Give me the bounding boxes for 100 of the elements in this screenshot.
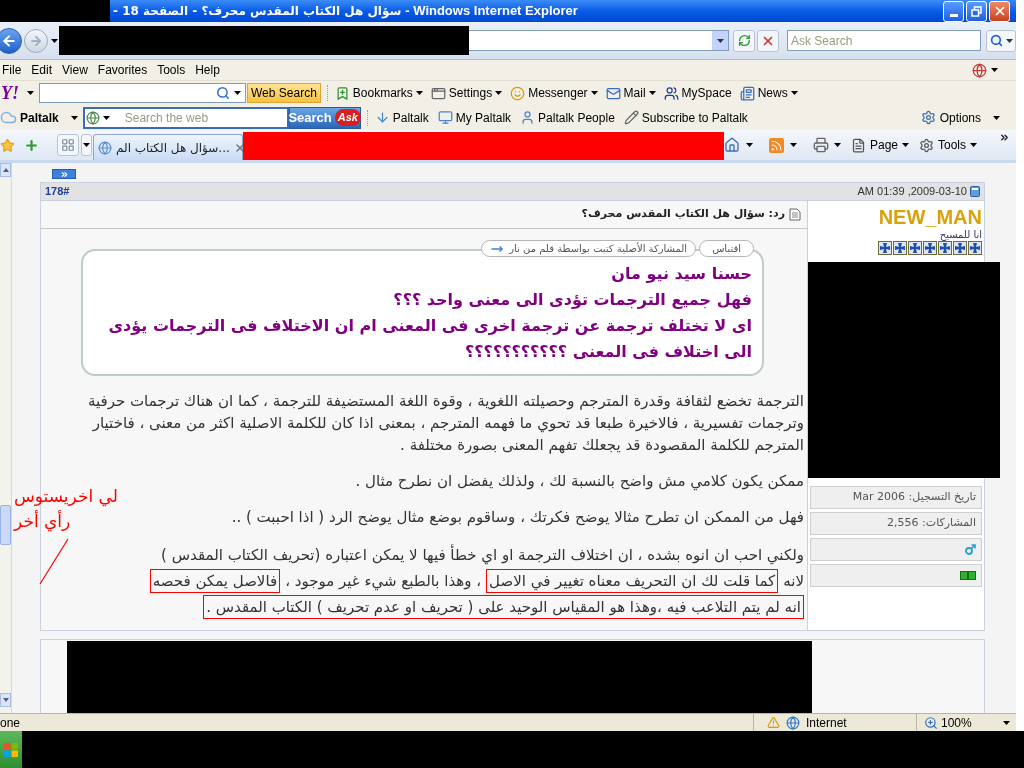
warning-icon [767,716,780,729]
caret-icon [83,143,90,147]
chevrons-icon[interactable] [999,132,1010,143]
web-search-field[interactable] [39,83,246,103]
toolbar-link[interactable]: Paltalk People [520,108,615,127]
minimize-button[interactable] [943,0,964,22]
web-search-button[interactable]: Web Search [247,83,321,103]
command-button[interactable]: Tools [919,136,977,154]
cross-badge-icon [938,241,952,255]
restore-button[interactable] [966,0,987,22]
menu-item[interactable]: Help [190,60,225,80]
start-button[interactable] [0,731,22,768]
caret-icon [70,115,78,120]
favorites-star-icon[interactable] [0,137,15,153]
address-field[interactable] [469,30,729,51]
paltalk-menu-button[interactable]: Paltalk [0,108,78,127]
search-icon [216,86,230,100]
annotation-text: لي اخريستوس رأي أخر [14,485,119,534]
attribution-text: المشاركة الأصلية كتبت بواسطة قلم من نار [509,241,688,256]
address-dropdown-button[interactable] [712,31,728,50]
caret-icon [415,91,423,95]
menu-item[interactable]: File [0,60,27,80]
close-tab-icon[interactable] [233,141,246,154]
scroll-up-button[interactable] [0,163,11,177]
logo-dropdown-button[interactable] [27,91,35,95]
toolbar-button[interactable]: Messenger [510,83,598,103]
scroll-down-button[interactable] [0,693,11,707]
toolbar-link[interactable]: Subscribe to Paltalk [623,108,748,127]
web-search-field[interactable]: Search the web [82,106,289,129]
scroll-thumb[interactable] [0,505,11,545]
quote-text: فهل جميع الترجمات تؤدى الى معنى واحد ؟؟؟ [392,289,752,311]
globe-icon [972,62,987,78]
collapse-button[interactable] [52,169,76,179]
profile-detail: تاريخ التسجيل: Mar 2006 [852,489,976,506]
envelope-icon [605,85,621,101]
tab-list-button[interactable] [81,134,92,156]
ask-search-button[interactable]: Search Ask [288,106,361,129]
post-text: ، وهذا بالطبع شيء غير موجود ، [285,571,482,592]
search-button[interactable] [986,29,1016,52]
search-icon [989,34,1003,47]
toolbar-button[interactable]: Settings [430,83,503,103]
post-title: رد: سؤال هل الكتاب المقدس محرف؟ [581,206,785,223]
globe-icon [85,110,100,125]
caret-icon [745,143,753,147]
browser-tab[interactable]: سؤال هل الكتاب الم... [93,134,243,160]
options-button[interactable]: Options [920,108,1000,127]
caret-icon [51,38,58,43]
scrollbar[interactable] [0,163,12,713]
caret-icon [102,115,110,120]
boxed-text: كما قلت لك ان التحريف معناه تغيير في الاصل [486,569,779,593]
feeds-button[interactable] [768,137,797,153]
zoom-button[interactable]: 100% [924,713,1016,732]
cross-badge-icon [878,241,892,255]
quote-text: اى لا تختلف ترجمة عن ترجمة اخرى فى المعنى ام ان الاختلاف فى الترجمات يؤدى الى اختلاف فى المعنى ؟؟؟؟؟؟؟؟؟؟؟ [107,315,752,363]
toolbar-button[interactable]: MySpace [663,83,732,103]
toolbar-button[interactable]: News [739,83,798,103]
toolbar-link[interactable]: Paltalk [374,108,429,127]
close-button[interactable] [989,0,1010,22]
quote-text: حسنا سيد نيو مان [610,263,752,285]
yahoo-logo[interactable]: Y! [0,83,19,103]
menu-item[interactable]: Edit [26,60,58,80]
stop-button[interactable] [757,29,779,52]
page-icon [850,137,866,153]
caret-icon [648,91,656,95]
window-icon [430,85,446,101]
home-button[interactable] [723,137,753,153]
post-number[interactable]: 178# [45,183,70,200]
smiley-icon [510,85,526,101]
male-symbol-icon [965,544,976,555]
caret-icon [991,68,998,72]
caret-icon [716,38,724,43]
globe-icon [786,715,800,730]
leader-line [38,538,70,586]
bookmark-plus-icon [334,85,350,101]
post-date: 2009-03-10, 01:39 AM [857,184,967,200]
search-field[interactable]: Ask Search [787,30,981,51]
globe-dropdown-button[interactable] [972,62,998,78]
gear-icon [919,137,934,153]
command-button[interactable]: Page [850,136,909,154]
monitor-icon [437,110,453,125]
menu-item[interactable]: Favorites [92,60,153,80]
menu-item[interactable]: Tools [152,60,191,80]
toolbar-button[interactable]: Mail [605,83,656,103]
chevrons-icon [59,169,69,179]
person-icon [520,110,536,125]
refresh-button[interactable] [733,29,755,52]
newspaper-icon [739,85,755,101]
toolbar-link[interactable]: My Paltalk [437,108,512,127]
toolbar-button[interactable]: Bookmarks [334,83,423,103]
plus-icon[interactable] [24,137,39,153]
print-button[interactable] [812,137,841,153]
minimize-icon [949,13,958,17]
squares-icon [960,571,976,580]
pencil-icon [623,110,639,125]
post-text: لانه [783,571,804,592]
back-button[interactable] [0,27,22,54]
search-engine-button[interactable] [85,109,110,126]
menu-item[interactable]: View [57,60,93,80]
post-paragraph: ممكن يكون كلامي مش واضح بالنسبة لك ، ولذلك يفضل ان نطرح مثال . [354,471,804,492]
post-text: ولكني احب ان انوه بشده ، ان اختلاف الترجمة او اي خطأ فيها لا يمكن اعتباره (تحريف الكتاب المقدس ) [161,544,804,566]
